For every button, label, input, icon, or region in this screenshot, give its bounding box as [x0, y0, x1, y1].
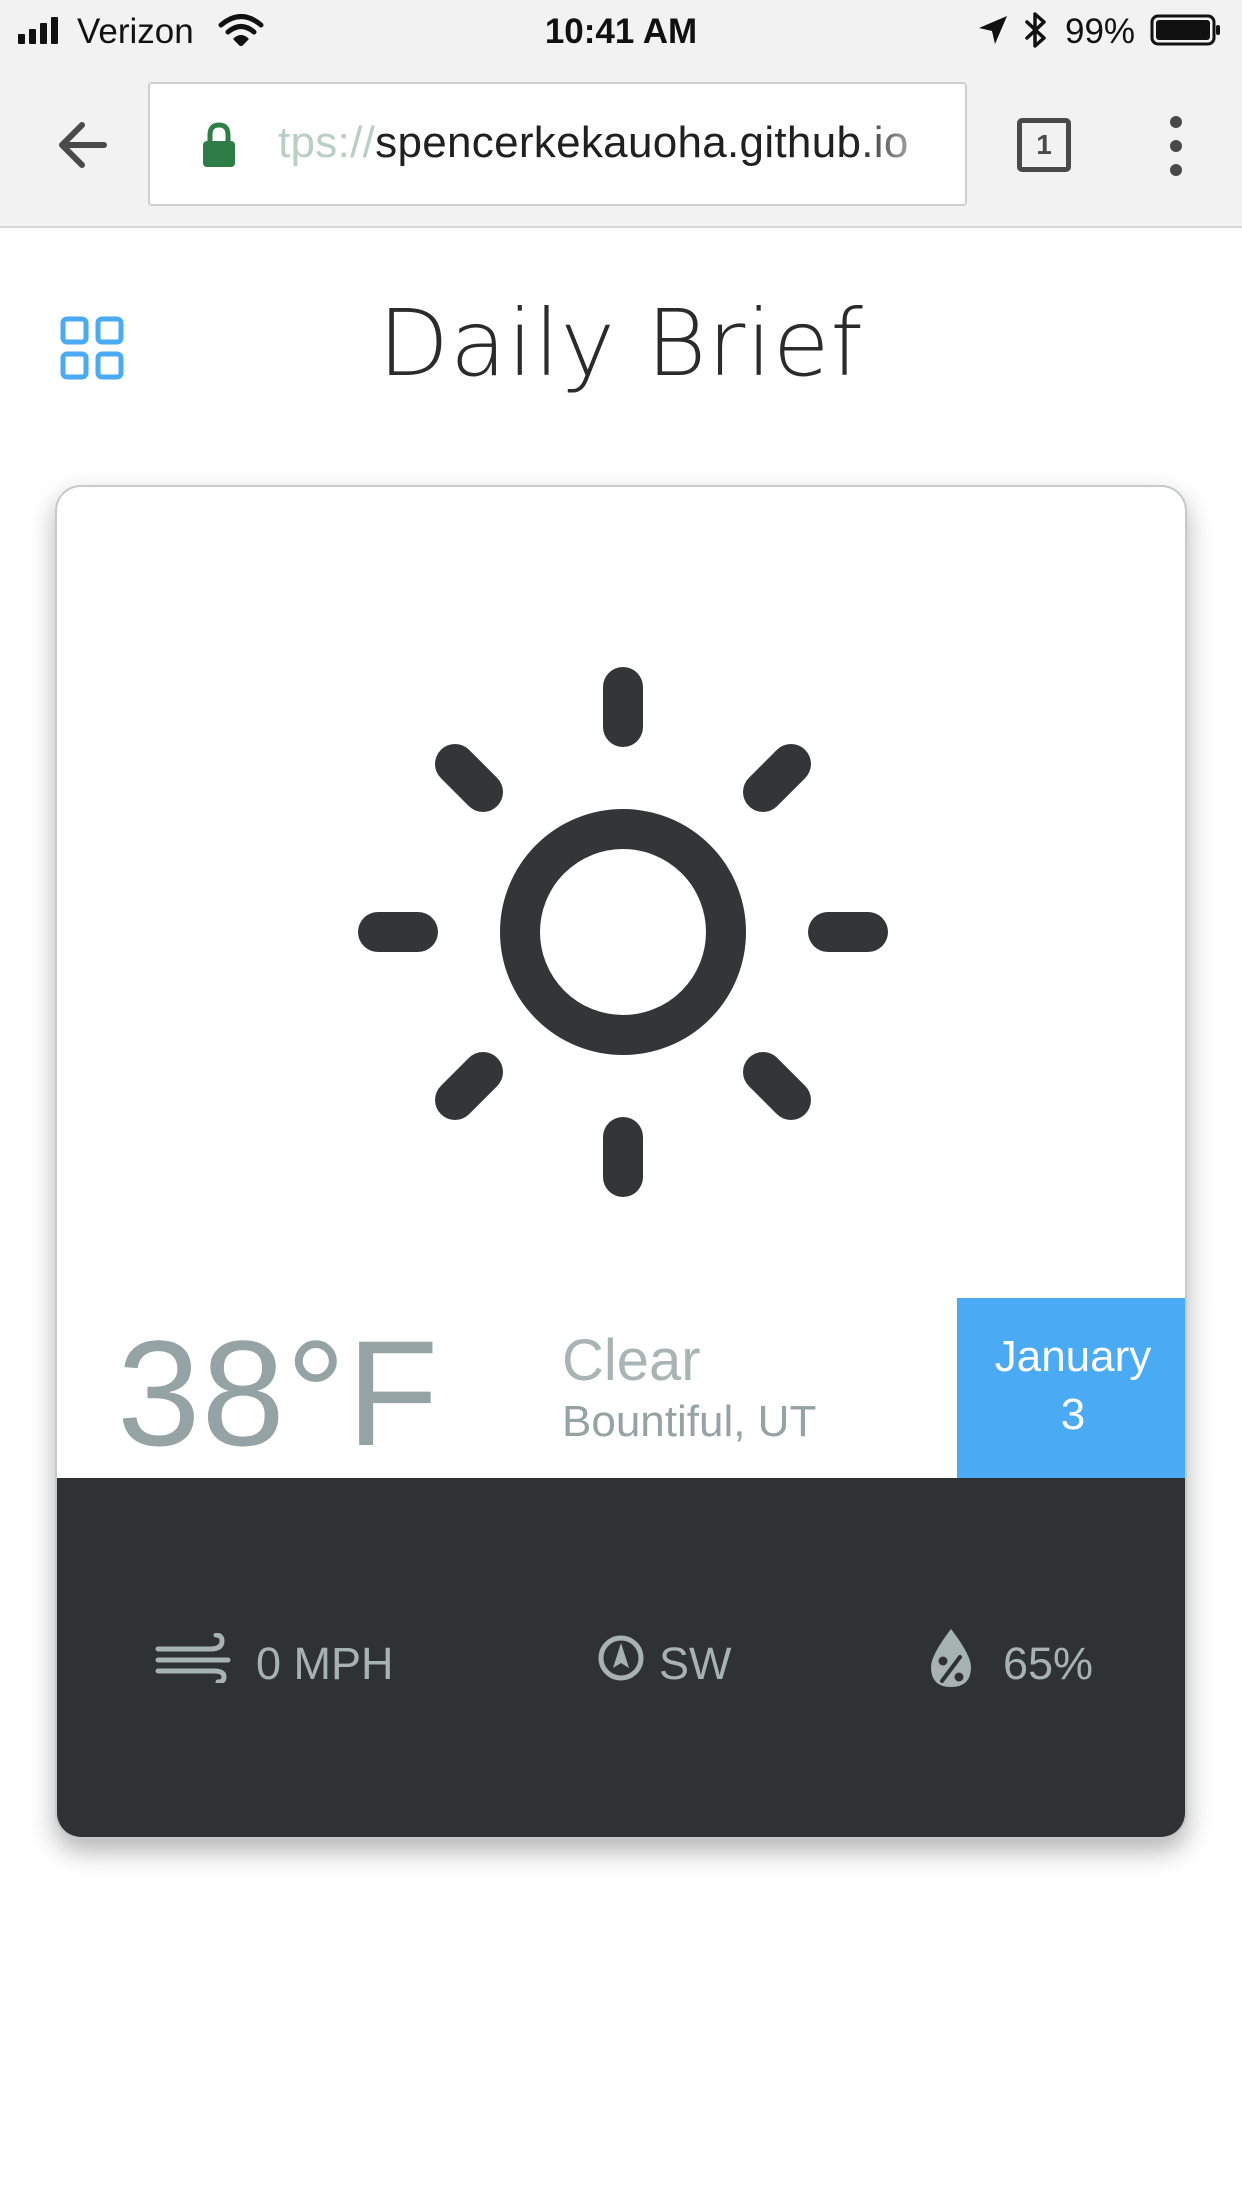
status-time: 10:41 AM — [544, 12, 698, 51]
back-arrow-icon[interactable] — [54, 116, 112, 174]
location-arrow-icon — [979, 16, 1007, 44]
battery-percentage: 99% — [1065, 12, 1136, 51]
url-scheme: tps:// — [278, 118, 376, 167]
tab-switcher-button[interactable]: 1 — [1017, 118, 1071, 172]
wind-speed-stat: 0 MPH — [154, 1633, 414, 1693]
wind-icon — [155, 1633, 231, 1683]
weather-condition: Clear — [562, 1328, 701, 1393]
humidity-value: 65% — [1003, 1638, 1094, 1689]
browser-toolbar: tps://spencerkekauoha.github.io 1 — [0, 62, 1242, 228]
page-title: Daily Brief — [378, 290, 864, 397]
address-bar[interactable]: tps://spencerkekauoha.github.io — [148, 82, 967, 206]
bluetooth-icon — [1025, 12, 1046, 48]
humidity-stat: 65% — [927, 1629, 1127, 1693]
weather-stats-bar: 0 MPH SW 65% — [57, 1478, 1185, 1837]
sun-icon — [358, 667, 888, 1197]
status-bar: Verizon 10:41 AM 99% — [0, 0, 1242, 62]
weather-card: 38°F Clear Bountiful, UT January 3 0 MPH — [55, 485, 1187, 1839]
humidity-drop-icon — [931, 1629, 971, 1687]
url-fade — [855, 84, 965, 204]
temperature: 38°F — [117, 1309, 440, 1477]
location-name: Bountiful, UT — [562, 1397, 817, 1446]
app-root: Verizon 10:41 AM 99% tps://spencerkekauo… — [0, 0, 1242, 2208]
lock-icon — [203, 122, 235, 167]
wind-speed-value: 0 MPH — [256, 1638, 394, 1689]
battery-icon — [1150, 14, 1220, 46]
wind-direction-stat: SW — [597, 1633, 797, 1693]
date-day: 3 — [1060, 1390, 1086, 1439]
compass-icon — [598, 1635, 644, 1681]
wind-direction-value: SW — [659, 1638, 732, 1689]
url-host: spencerkekauoha.github.io — [375, 118, 909, 167]
date-month: January — [994, 1332, 1152, 1381]
date-badge: January 3 — [957, 1298, 1185, 1480]
overflow-menu-icon[interactable] — [1162, 116, 1192, 176]
url-text: tps://spencerkekauoha.github.io — [278, 118, 909, 168]
